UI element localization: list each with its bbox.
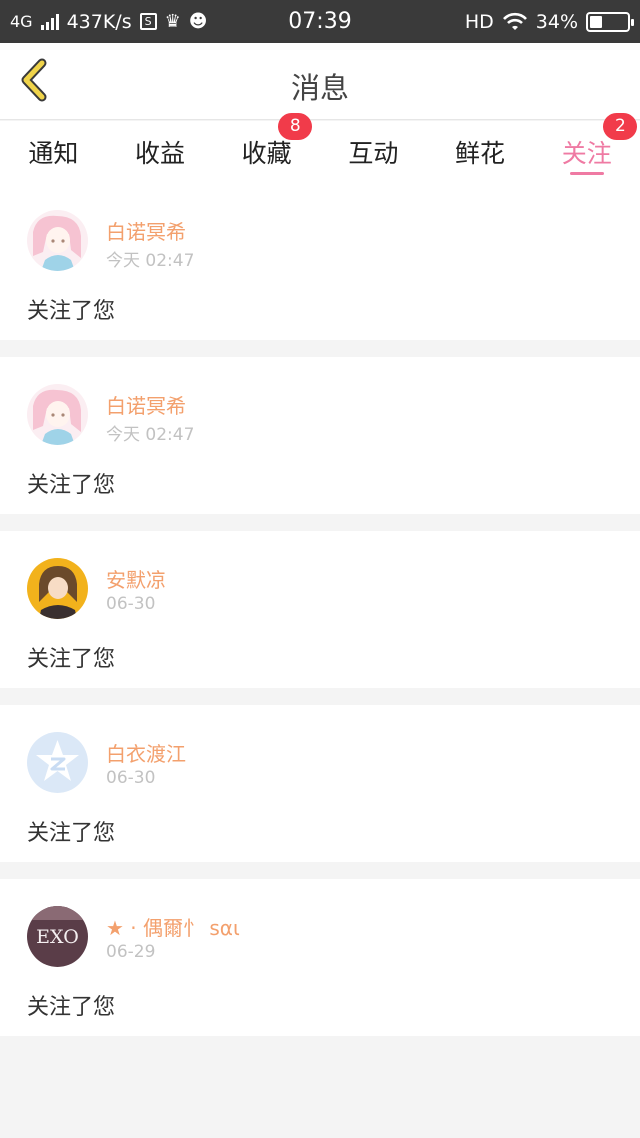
username[interactable]: 安默凉 (106, 564, 166, 593)
tab-earnings[interactable]: 收益 (107, 121, 214, 183)
tab-label: 鲜花 (455, 139, 506, 168)
username[interactable]: 白诺冥希 (106, 216, 186, 245)
status-right: HD 34% (464, 10, 634, 33)
hd-indicator: HD (464, 10, 494, 33)
tab-notifications[interactable]: 通知 (0, 121, 107, 183)
svg-text:EXO: EXO (36, 926, 79, 948)
battery-percent: 34% (535, 10, 578, 33)
message-text: 关注了您 (27, 821, 116, 846)
anime-girl-avatar-icon (27, 558, 88, 619)
message-text: 关注了您 (27, 647, 116, 672)
tab-label: 收益 (135, 139, 186, 168)
page-title: 消息 (290, 71, 349, 105)
timestamp: 06-29 (106, 942, 156, 962)
list-item[interactable]: 白诺冥希 今天 02:47 关注了您 (0, 183, 640, 340)
tab-interactions[interactable]: 互动 (320, 121, 427, 183)
message-list: 白诺冥希 今天 02:47 关注了您 白诺冥希 今天 02:47 关注了您 安默… (0, 183, 640, 1053)
default-star-avatar-icon (27, 732, 88, 793)
list-item[interactable]: 白诺冥希 今天 02:47 关注了您 (0, 357, 640, 514)
tab-label: 通知 (28, 139, 79, 168)
exo-logo-avatar-icon: EXO (27, 906, 88, 967)
cat-face-icon: ☻ (188, 11, 208, 32)
tab-bar: 通知 收益 收藏 8 互动 鲜花 关注 2 (0, 113, 640, 183)
status-bar: 4G 437K/s S ♛ ☻ 07:39 HD 34% (0, 0, 640, 43)
avatar[interactable]: EXO (27, 906, 88, 967)
timestamp: 今天 02:47 (106, 251, 195, 271)
battery-icon (586, 11, 634, 32)
message-text: 关注了您 (27, 995, 116, 1020)
crown-icon: ♛ (164, 11, 181, 32)
message-text: 关注了您 (27, 473, 116, 498)
username[interactable]: 白诺冥希 (106, 390, 186, 419)
favorites-badge: 8 (278, 113, 313, 140)
anime-girl-avatar-icon (27, 384, 88, 445)
battery-fill (590, 15, 603, 28)
follows-badge: 2 (603, 113, 638, 140)
network-type: 4G (10, 12, 33, 31)
signal-icon (40, 13, 59, 30)
avatar[interactable] (27, 732, 88, 793)
tab-favorites[interactable]: 收藏 8 (213, 113, 320, 183)
status-left: 4G 437K/s S ♛ ☻ (10, 11, 208, 33)
avatar[interactable] (27, 384, 88, 445)
wifi-icon (502, 12, 527, 30)
tab-label: 关注 (561, 139, 612, 168)
message-text: 关注了您 (27, 299, 116, 324)
timestamp: 06-30 (106, 768, 156, 788)
network-speed: 437K/s (66, 10, 132, 33)
tab-label: 互动 (348, 139, 399, 168)
username[interactable]: 白衣渡江 (106, 738, 186, 767)
timestamp: 今天 02:47 (106, 425, 195, 445)
tab-flowers[interactable]: 鲜花 (427, 121, 534, 183)
anime-girl-avatar-icon (27, 210, 88, 271)
list-item[interactable]: EXO ★ · 偶爾忄 sαι 06-29 关注了您 (0, 879, 640, 1036)
nav-header: 消息 (0, 43, 640, 120)
s-app-icon: S (139, 13, 157, 30)
timestamp: 06-30 (106, 594, 156, 614)
avatar[interactable] (27, 558, 88, 619)
tab-label: 收藏 (241, 139, 292, 168)
avatar[interactable] (27, 210, 88, 271)
list-item[interactable]: 白衣渡江 06-30 关注了您 (0, 705, 640, 862)
list-item[interactable]: 安默凉 06-30 关注了您 (0, 531, 640, 688)
tab-follows[interactable]: 关注 2 (533, 113, 640, 183)
username[interactable]: ★ · 偶爾忄 sαι (106, 912, 240, 941)
